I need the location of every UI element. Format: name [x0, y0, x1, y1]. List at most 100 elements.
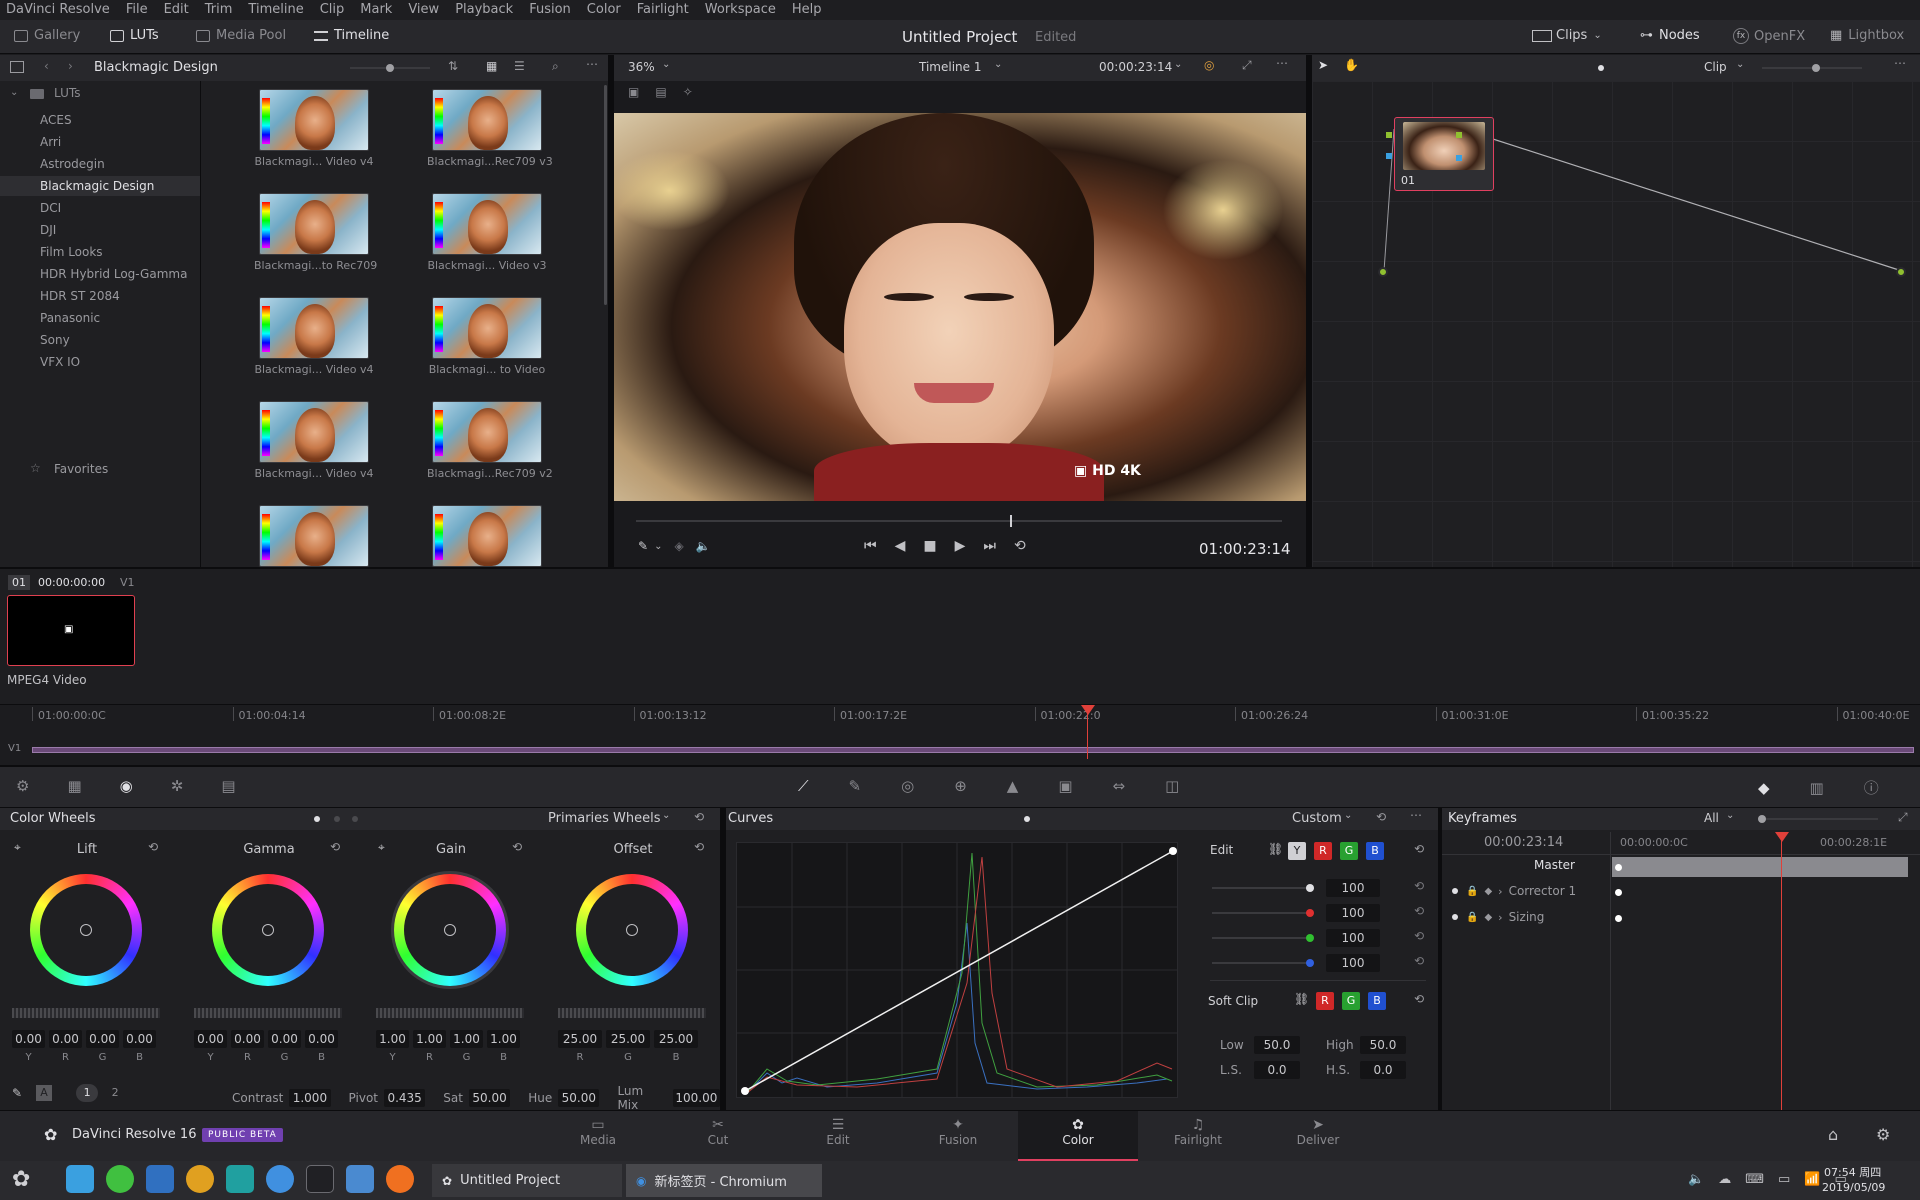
tree-item[interactable]: ACES: [40, 113, 72, 127]
gallery-button[interactable]: Gallery: [14, 28, 80, 43]
reset-icon[interactable]: ⟲: [694, 840, 704, 854]
tracker-icon[interactable]: ⊕: [954, 777, 967, 795]
blur-icon[interactable]: ▲: [1007, 777, 1019, 795]
menu-item[interactable]: Clip: [320, 2, 345, 17]
chevron-down-icon[interactable]: ⌄: [1174, 59, 1182, 70]
contrast-field[interactable]: 1.000: [289, 1089, 331, 1107]
sort-icon[interactable]: ⇅: [448, 59, 458, 73]
chevron-down-icon[interactable]: ⌄: [994, 59, 1002, 70]
diamond-icon[interactable]: ◆: [1484, 886, 1492, 897]
keyframe-dot[interactable]: [1615, 864, 1622, 871]
picker-icon[interactable]: ✎: [12, 1086, 22, 1100]
page-tab-fusion[interactable]: ✦ Fusion: [898, 1111, 1018, 1161]
taskbar-window-chromium[interactable]: ◉ 新标签页 - Chromium: [626, 1164, 822, 1197]
menu-item[interactable]: Mark: [360, 2, 392, 17]
more-options-icon[interactable]: ⋯: [1410, 808, 1422, 822]
grid-view-icon[interactable]: ▦: [486, 59, 497, 73]
intensity-field[interactable]: 100: [1326, 904, 1380, 922]
color-wheel[interactable]: [576, 874, 688, 986]
tree-item[interactable]: Astrodegin: [40, 157, 105, 171]
app-icon-ide[interactable]: [226, 1165, 254, 1193]
master-wheel-slider[interactable]: [558, 1008, 706, 1018]
taskbar-window-resolve[interactable]: ✿ Untitled Project: [432, 1164, 622, 1197]
timeline-name[interactable]: Timeline 1: [919, 60, 981, 74]
app-icon-files[interactable]: [66, 1165, 94, 1193]
search-icon[interactable]: ⌕: [552, 59, 559, 74]
menu-item[interactable]: Color: [587, 2, 621, 17]
stop-icon[interactable]: ■: [923, 538, 936, 554]
intensity-field[interactable]: 100: [1326, 879, 1380, 897]
color-match-icon[interactable]: ▦: [67, 777, 81, 795]
chevron-down-icon[interactable]: ⌄: [1736, 59, 1744, 70]
rgb-mixer-icon[interactable]: ✲: [171, 777, 184, 795]
wheel-value-field[interactable]: 1.00: [376, 1030, 409, 1048]
app-icon-calc[interactable]: [346, 1165, 374, 1193]
window-icon[interactable]: ◎: [901, 777, 914, 795]
lut-thumbnail[interactable]: Blackmagi... Video v4: [254, 401, 374, 480]
wheel-value-field[interactable]: 25.00: [654, 1030, 698, 1048]
favorites-item[interactable]: Favorites: [54, 462, 108, 476]
mini-timeline[interactable]: 01:00:00:0C 01:00:04:14 01:00:08:2E 01:00:1…: [0, 705, 1920, 765]
app-icon-wechat[interactable]: [106, 1165, 134, 1193]
channel-g-button[interactable]: G: [1340, 842, 1358, 860]
node-output-blue[interactable]: [1456, 155, 1462, 161]
intensity-slider[interactable]: [1212, 959, 1314, 967]
pointer-icon[interactable]: ➤: [1318, 58, 1328, 72]
tree-item[interactable]: Arri: [40, 135, 61, 149]
node-graph[interactable]: 01: [1312, 81, 1920, 567]
curves-icon[interactable]: ⟋: [798, 777, 809, 795]
clock-date[interactable]: 2019/05/09: [1822, 1181, 1885, 1194]
softclip-b-button[interactable]: B: [1368, 992, 1386, 1010]
app-icon-qq[interactable]: [186, 1165, 214, 1193]
page-tab-color[interactable]: ✿ Color: [1018, 1111, 1138, 1161]
wheel-value-field[interactable]: 0.00: [231, 1030, 264, 1048]
clip-mode-selector[interactable]: Clip: [1704, 60, 1727, 74]
reset-icon[interactable]: ⟲: [512, 840, 522, 854]
output-dot[interactable]: [1896, 267, 1906, 277]
keyframes-icon[interactable]: ◆: [1758, 779, 1770, 797]
wheel-value-field[interactable]: 0.00: [49, 1030, 82, 1048]
reset-icon[interactable]: ⟲: [330, 840, 340, 854]
play-reverse-icon[interactable]: ◀: [895, 538, 906, 554]
clip-thumbnail[interactable]: ▣: [7, 595, 135, 666]
weather-icon[interactable]: ☁: [1718, 1172, 1731, 1187]
tree-root-label[interactable]: LUTs: [54, 86, 80, 100]
timeline-clip-bar[interactable]: [32, 747, 1914, 753]
start-menu-icon[interactable]: ✿: [12, 1167, 30, 1192]
keyframe-row-corrector[interactable]: 🔒 ◆ › Corrector 1: [1452, 884, 1576, 898]
lummix-field[interactable]: 100.00: [672, 1089, 720, 1107]
color-wheel[interactable]: [394, 874, 506, 986]
menu-item[interactable]: View: [408, 2, 439, 17]
tree-item[interactable]: Blackmagic Design: [0, 176, 200, 196]
softclip-r-button[interactable]: R: [1316, 992, 1334, 1010]
split-view-icon[interactable]: ▤: [655, 85, 666, 99]
softclip-g-button[interactable]: G: [1342, 992, 1360, 1010]
menu-item[interactable]: Playback: [455, 2, 513, 17]
wheel-value-field[interactable]: 1.00: [413, 1030, 446, 1048]
app-icon-firefox[interactable]: [386, 1165, 414, 1193]
scopes-icon[interactable]: ▥: [1810, 779, 1824, 797]
openfx-button[interactable]: fx OpenFX: [1733, 28, 1805, 44]
keyboard-icon[interactable]: ⌨: [1745, 1172, 1764, 1187]
node-input-green[interactable]: [1386, 132, 1392, 138]
lut-thumbnail[interactable]: Blackmagi... Video v3: [427, 193, 547, 272]
master-wheel-slider[interactable]: [194, 1008, 342, 1018]
picker-icon[interactable]: ✎: [638, 539, 648, 553]
high-field[interactable]: 50.0: [1360, 1036, 1406, 1054]
wheel-value-field[interactable]: 25.00: [558, 1030, 602, 1048]
chevron-down-icon[interactable]: ⌄: [654, 541, 662, 552]
color-node-01[interactable]: 01: [1394, 117, 1494, 191]
page-tab-cut[interactable]: ✂ Cut: [658, 1111, 778, 1161]
settings-icon[interactable]: ⚙: [1876, 1125, 1890, 1144]
info-icon[interactable]: ⓘ: [1864, 777, 1879, 798]
scrubber-bar[interactable]: [636, 515, 1282, 527]
lut-thumbnail[interactable]: Blackmagi...Rec709 v3: [427, 89, 553, 168]
skip-forward-icon[interactable]: ⏭: [983, 538, 996, 554]
curves-mode-selector[interactable]: Custom: [1292, 811, 1342, 826]
node-input-blue[interactable]: [1386, 153, 1392, 159]
tree-item[interactable]: DCI: [40, 201, 61, 215]
clock-time[interactable]: 07:54 周四: [1824, 1164, 1881, 1180]
play-icon[interactable]: ▶: [955, 538, 966, 554]
channel-y-button[interactable]: Y: [1288, 842, 1306, 860]
playhead-marker[interactable]: [1081, 705, 1095, 715]
